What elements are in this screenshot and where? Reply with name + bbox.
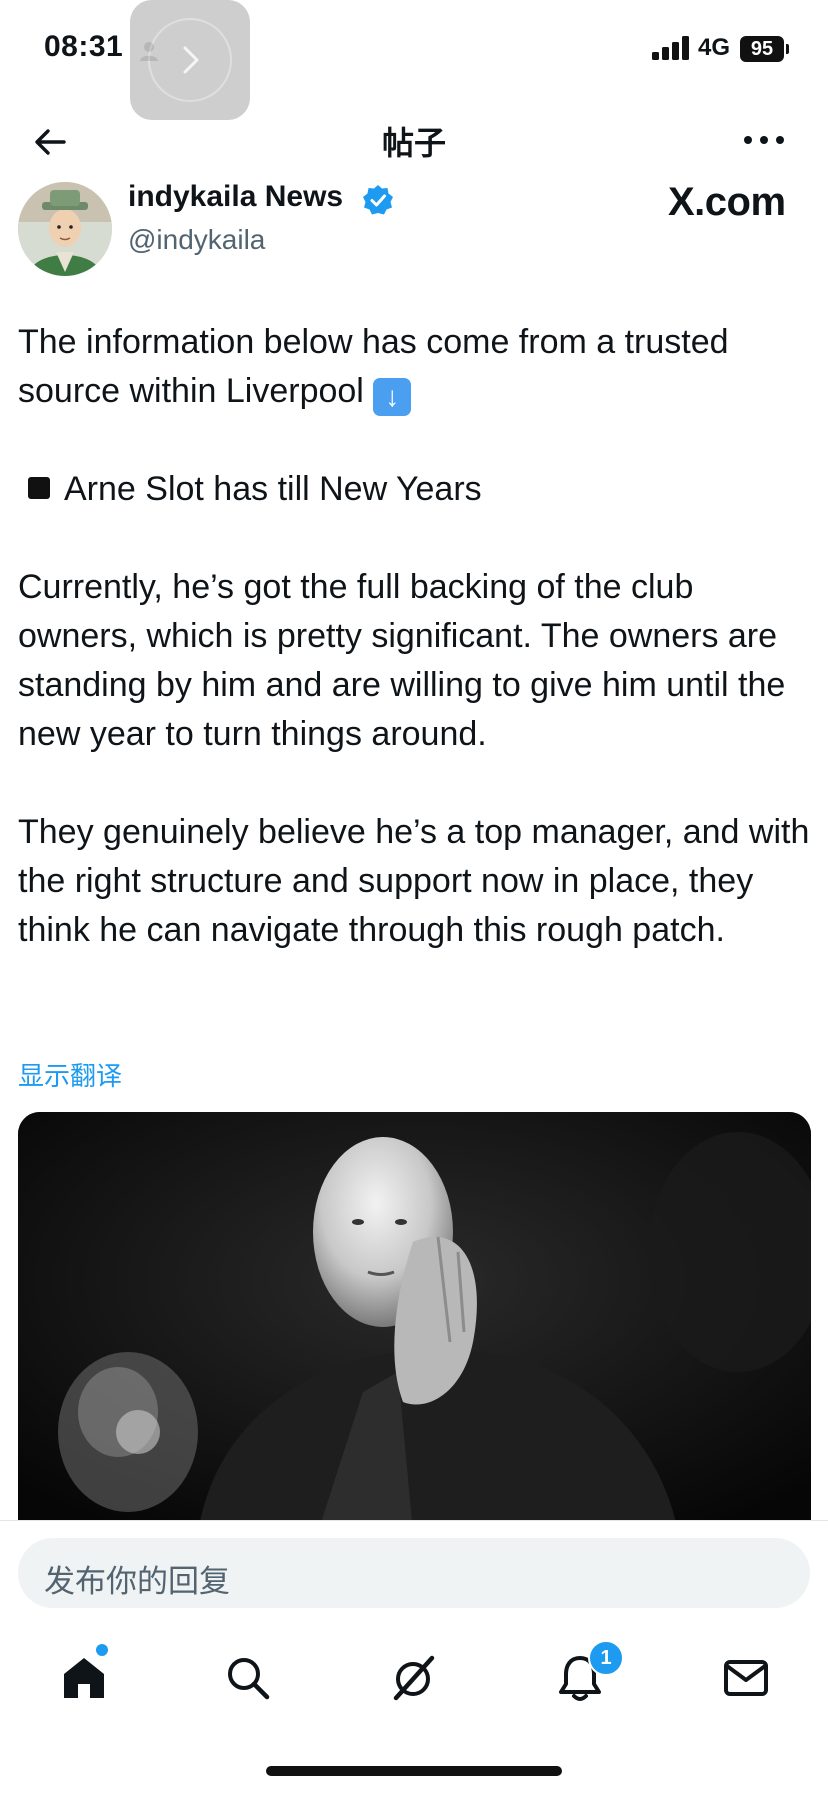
battery-tip [786,44,789,54]
post-paragraph-text: Arne Slot has till New Years [64,470,482,508]
post-paragraph-text: Currently, he’s got the full backing of … [18,568,786,753]
avatar[interactable] [18,182,112,276]
author-handle[interactable]: @indykaila [128,224,265,256]
down-arrow-emoji-icon: ↓ [373,378,412,416]
network-type: 4G [698,34,731,61]
signal-icon [652,36,689,60]
author-name[interactable]: indykaila News [128,180,343,214]
post-image[interactable] [18,1112,811,1532]
notifications-badge: 1 [588,1640,624,1676]
battery-indicator: 95 [740,36,784,62]
post-paragraph-text: They genuinely believe he’s a top manage… [18,813,810,949]
reply-placeholder[interactable]: 发布你的回复 [44,1556,230,1601]
post-paragraph: Arne Slot has till New Years [18,465,818,514]
mail-icon[interactable] [720,1652,772,1704]
post-paragraph: They genuinely believe he’s a top manage… [18,808,818,955]
post-paragraph: Currently, he’s got the full backing of … [18,563,818,759]
home-unread-dot [94,1642,110,1658]
grok-icon[interactable] [388,1652,440,1704]
source-watermark: X.com [668,180,786,224]
floating-assistive-button[interactable] [130,0,250,120]
more-icon[interactable] [742,128,786,152]
home-icon[interactable] [58,1652,110,1704]
home-indicator[interactable] [266,1766,562,1776]
translate-link[interactable]: 显示翻译 [18,1056,122,1093]
verified-icon [363,185,393,215]
black-square-emoji-icon [28,477,50,499]
search-icon[interactable] [222,1652,274,1704]
post-paragraph: The information below has come from a tr… [18,318,818,416]
post-photo [18,1112,811,1532]
page-title: 帖子 [381,125,446,161]
avatar-illustration [18,182,112,276]
status-time: 08:31 [44,30,124,63]
post-body: The information below has come from a tr… [18,318,818,1004]
chevron-right-icon [183,46,199,74]
